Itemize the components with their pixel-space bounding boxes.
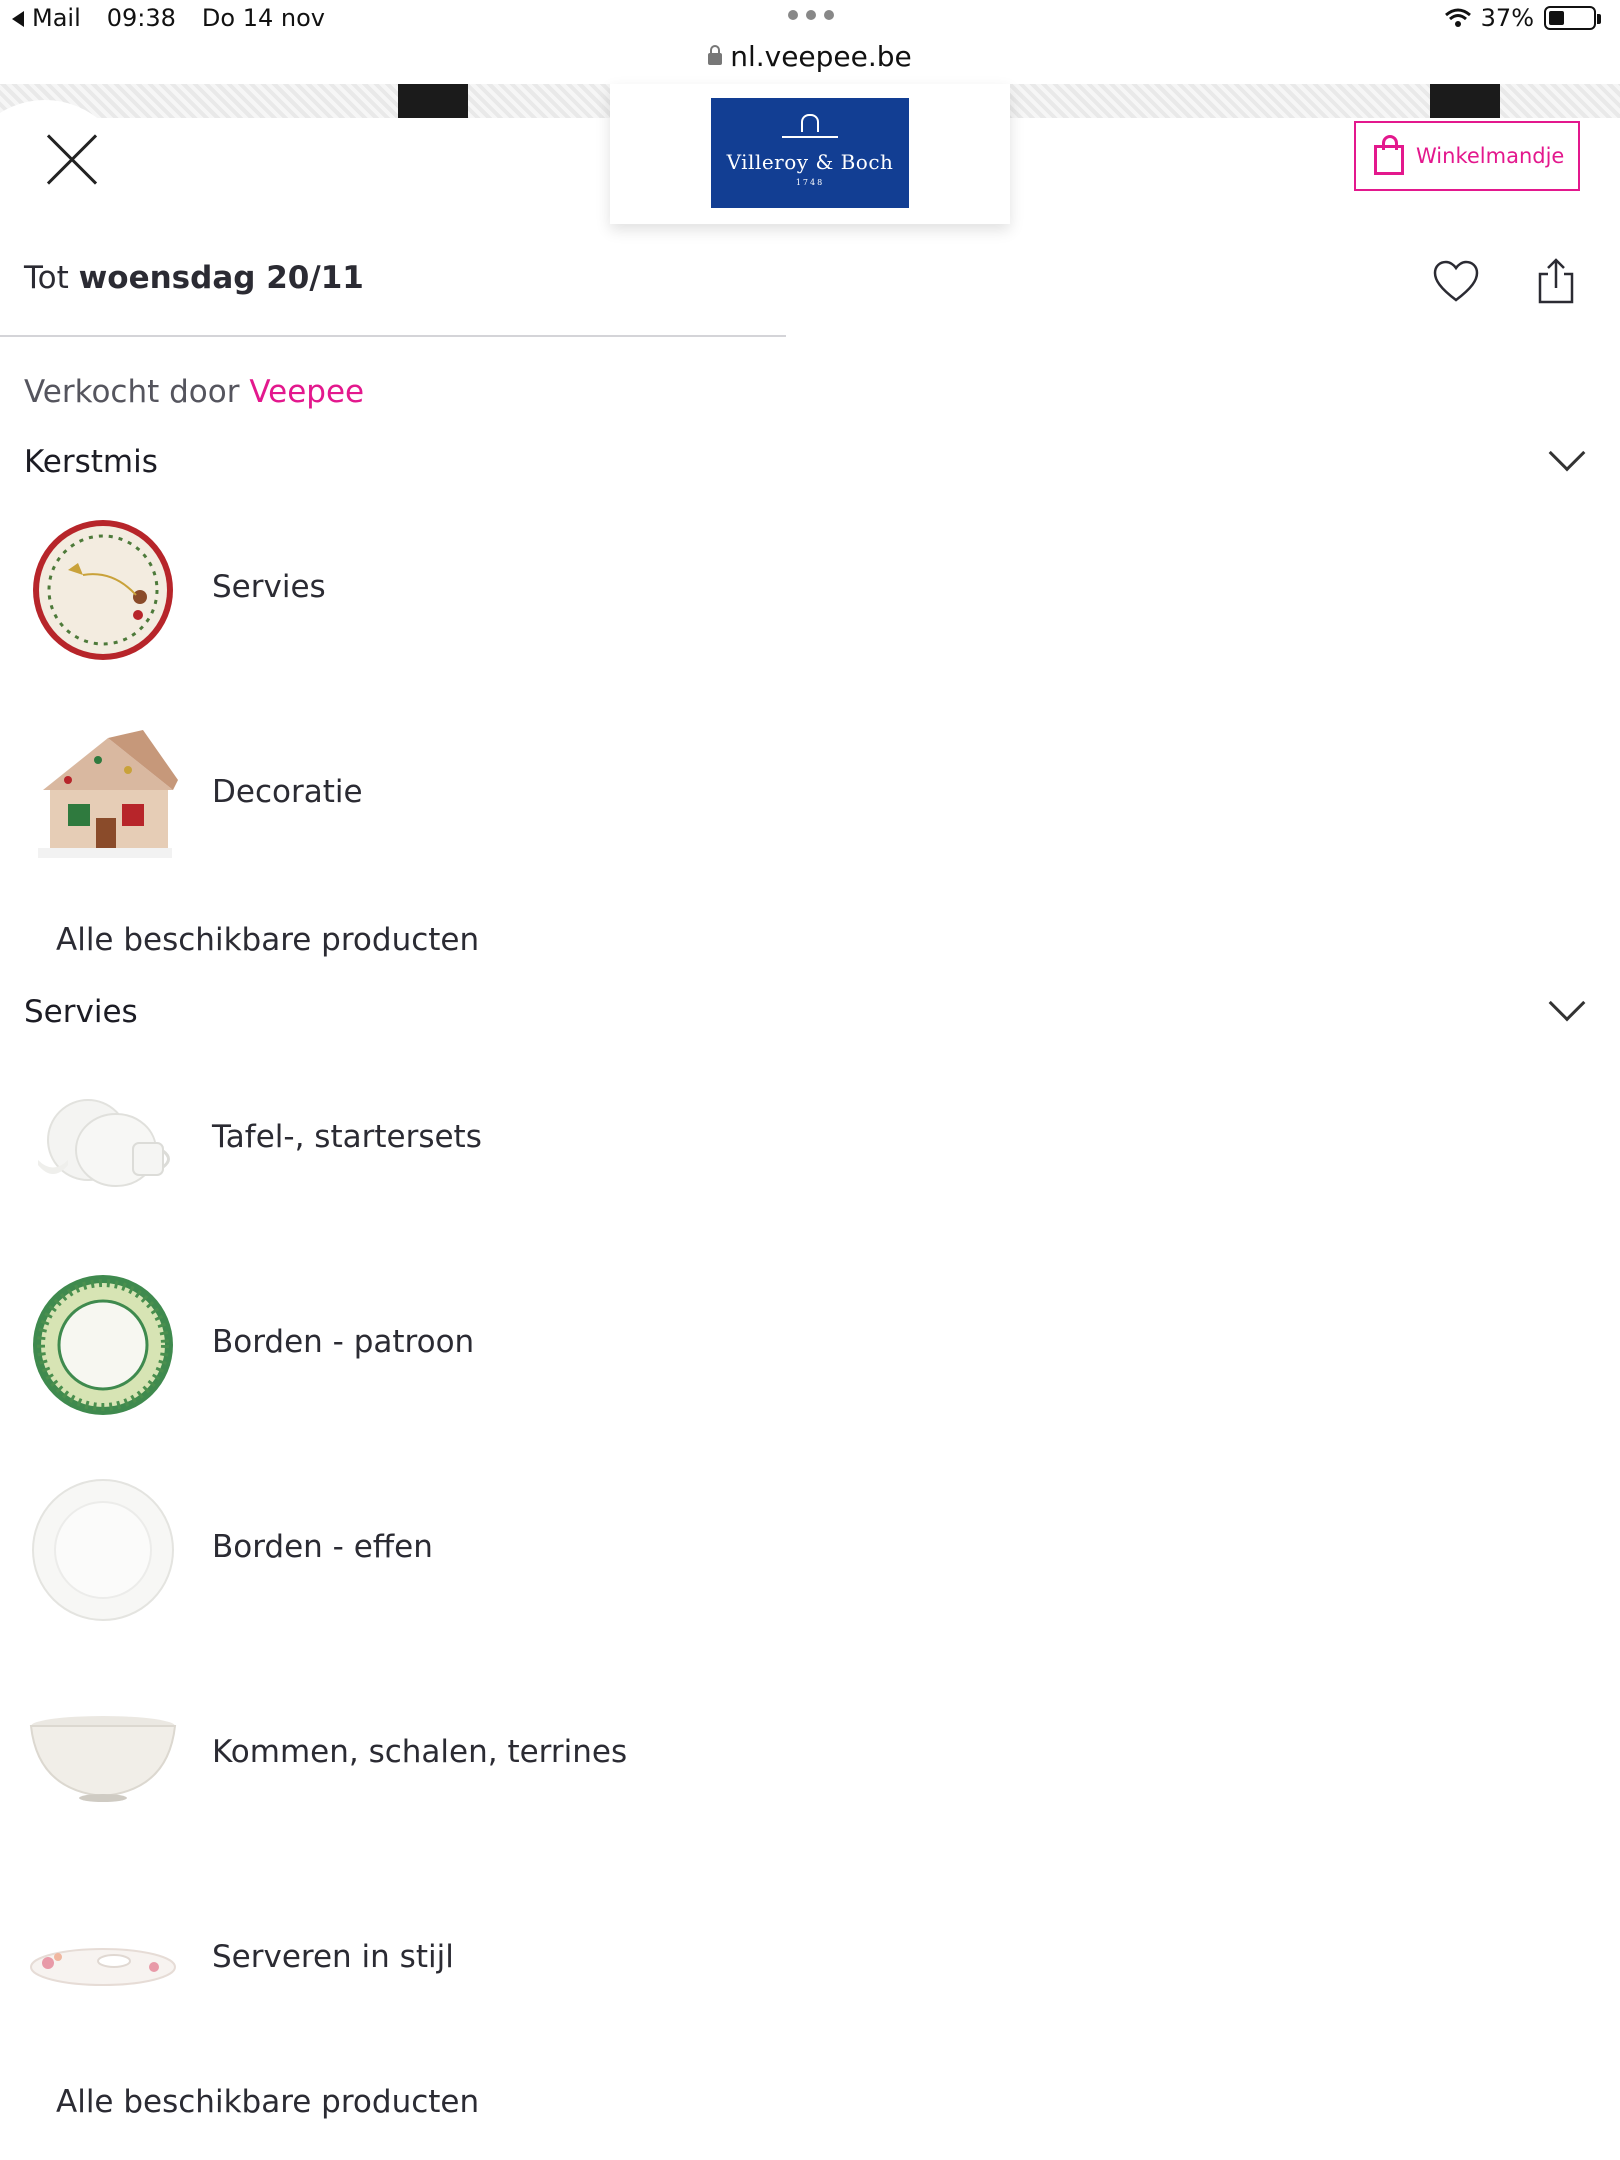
- multitask-dots-icon[interactable]: [788, 10, 834, 20]
- back-triangle-icon: [12, 11, 24, 27]
- logo-name: Villeroy & Boch: [726, 150, 894, 174]
- shopping-bag-icon: [1374, 135, 1404, 175]
- table-set-icon: [38, 1099, 170, 1187]
- section-title-kerstmis[interactable]: Kerstmis: [24, 444, 158, 480]
- item-label: Servies: [212, 569, 326, 605]
- divider: [0, 335, 786, 337]
- serving-dish-icon: [30, 1948, 176, 1986]
- chevron-down-icon[interactable]: [1548, 434, 1586, 472]
- item-label: Decoratie: [212, 774, 363, 810]
- address-bar[interactable]: nl.veepee.be: [0, 40, 1620, 84]
- plain-plate-icon: [32, 1479, 174, 1621]
- list-item[interactable]: Kommen, schalen, terrines: [0, 1680, 1000, 1840]
- wifi-icon: [1444, 8, 1471, 27]
- item-label: Borden - patroon: [212, 1324, 475, 1360]
- deadline-prefix: Tot: [24, 260, 69, 296]
- chevron-down-icon[interactable]: [1548, 984, 1586, 1022]
- sale-deadline: Tot woensdag 20/11: [24, 260, 364, 296]
- brand-logo-card: Villeroy & Boch 1748: [610, 84, 1010, 224]
- item-label: Tafel-, startersets: [212, 1119, 482, 1155]
- list-item[interactable]: Decoratie: [0, 720, 1000, 880]
- list-item[interactable]: Servies: [0, 515, 1000, 675]
- seller-brand[interactable]: Veepee: [249, 374, 364, 410]
- list-item[interactable]: Borden - patroon: [0, 1270, 1000, 1430]
- cart-button[interactable]: Winkelmandje: [1354, 121, 1580, 191]
- item-label: Serveren in stijl: [212, 1939, 454, 1975]
- list-item[interactable]: Tafel-, startersets: [0, 1065, 1000, 1225]
- brand-logo: Villeroy & Boch 1748: [711, 98, 909, 208]
- battery-icon: [1544, 6, 1601, 30]
- status-date: Do 14 nov: [201, 4, 325, 32]
- bowl-icon: [29, 1716, 177, 1802]
- gingerbread-house-icon: [38, 730, 178, 858]
- close-icon[interactable]: [44, 132, 100, 188]
- all-products-link[interactable]: Alle beschikbare producten: [56, 922, 479, 958]
- hero-post-left: [398, 84, 468, 118]
- list-item[interactable]: Borden - effen: [0, 1475, 1000, 1635]
- back-app-label: Mail: [32, 4, 81, 32]
- lock-icon: [708, 45, 723, 65]
- status-bar: Mail 09:38 Do 14 nov 37%: [0, 0, 1620, 40]
- item-label: Kommen, schalen, terrines: [212, 1734, 628, 1770]
- item-label: Borden - effen: [212, 1529, 433, 1565]
- status-time: 09:38: [106, 4, 176, 32]
- list-item[interactable]: Serveren in stijl: [0, 1885, 1000, 2045]
- patterned-plate-icon: [33, 1275, 173, 1415]
- section-title-servies[interactable]: Servies: [24, 994, 138, 1030]
- hero-post-right: [1430, 84, 1500, 118]
- seller-prefix: Verkocht door: [24, 374, 240, 410]
- back-to-app[interactable]: Mail: [12, 4, 81, 32]
- fountain-icon: [801, 114, 819, 132]
- deadline-date: woensdag 20/11: [78, 260, 364, 296]
- battery-percent: 37%: [1480, 4, 1534, 32]
- url-text: nl.veepee.be: [730, 40, 912, 73]
- logo-year: 1748: [795, 178, 825, 187]
- christmas-plate-icon: [33, 520, 173, 660]
- heart-icon[interactable]: [1432, 258, 1480, 306]
- all-products-link[interactable]: Alle beschikbare producten: [56, 2084, 479, 2120]
- share-icon[interactable]: [1536, 256, 1576, 306]
- seller-info: Verkocht door Veepee: [24, 374, 364, 410]
- cart-label: Winkelmandje: [1416, 144, 1565, 168]
